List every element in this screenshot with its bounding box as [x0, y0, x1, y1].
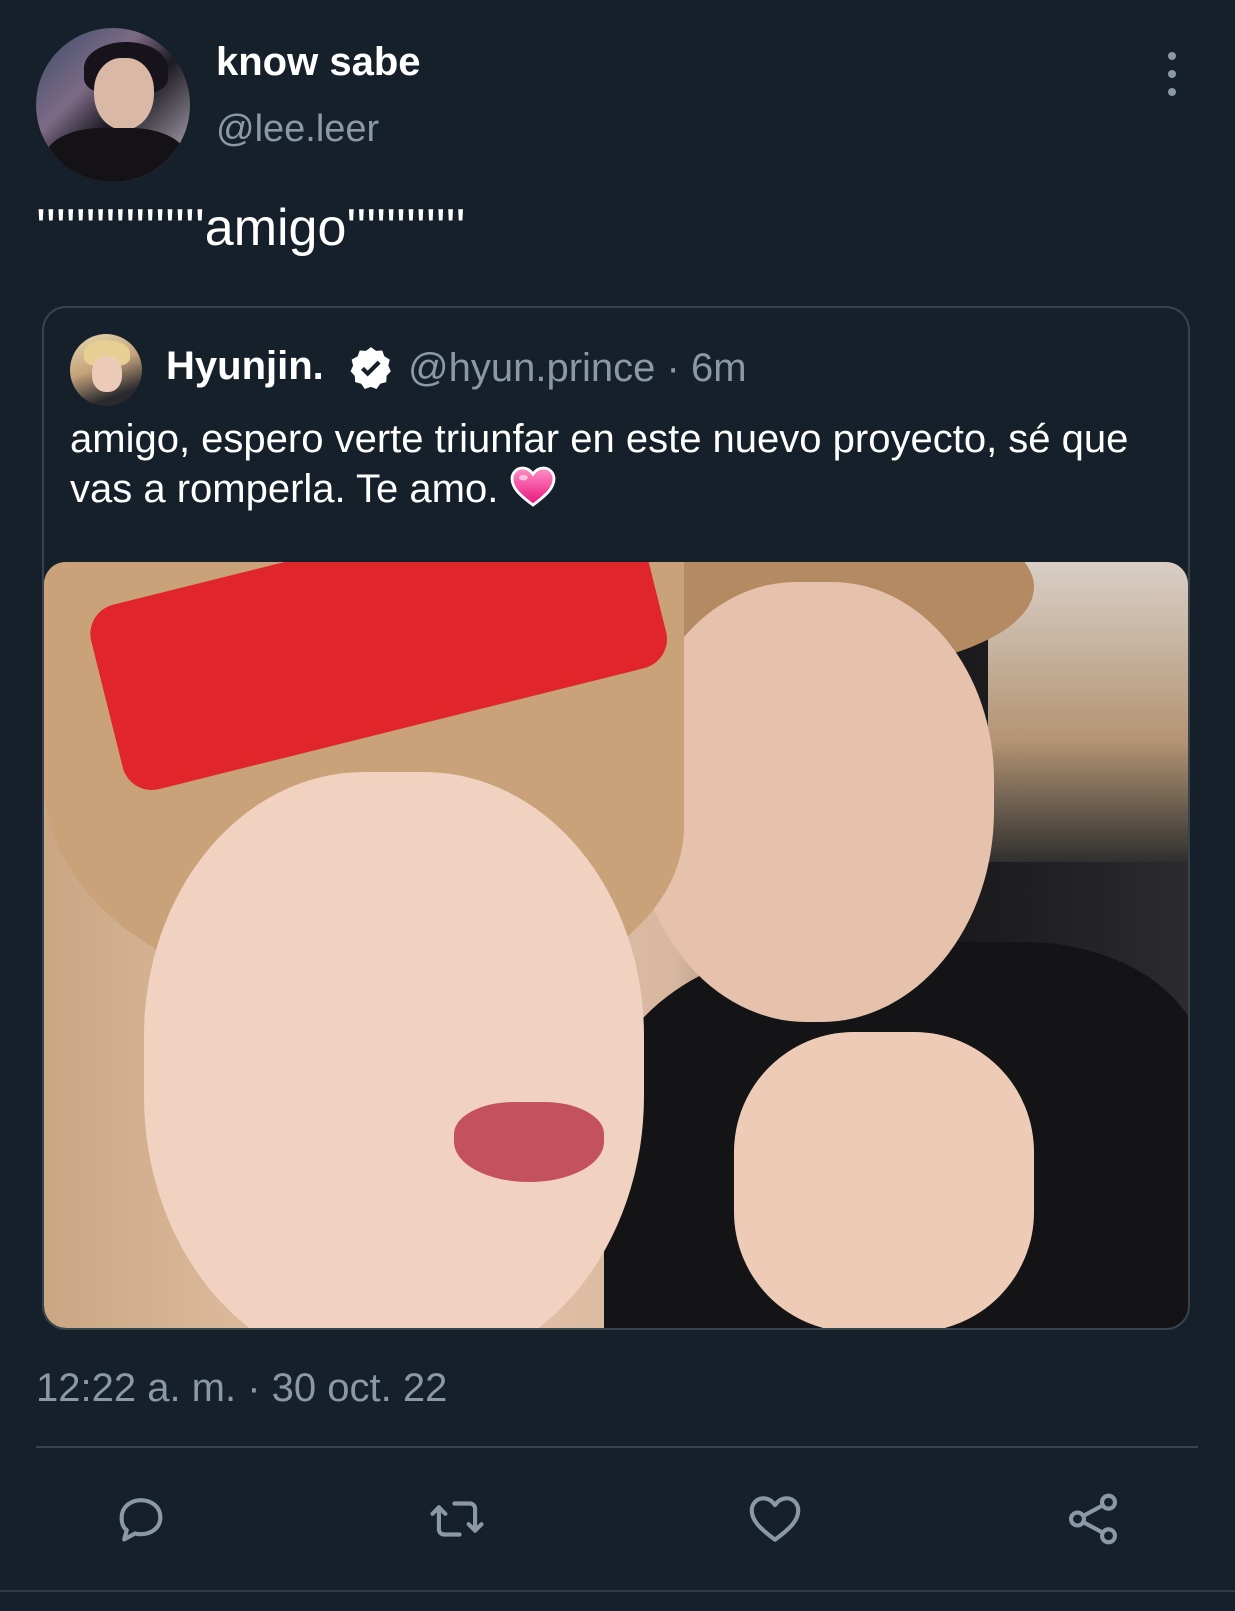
- like-button[interactable]: [744, 1488, 806, 1550]
- retweet-icon: [430, 1501, 484, 1537]
- avatar-face: [94, 58, 154, 130]
- dot: [1168, 70, 1176, 78]
- photo-face: [144, 772, 644, 1328]
- quoted-author-avatar[interactable]: [70, 334, 142, 406]
- retweet-button[interactable]: [426, 1488, 488, 1550]
- quoted-handle-time: @hyun.prince · 6m: [408, 346, 747, 390]
- verified-badge-icon: [350, 347, 391, 389]
- author-handle[interactable]: @lee.leer: [216, 108, 379, 151]
- divider: [0, 1590, 1235, 1592]
- photo-peace-sign-hand: [734, 1032, 1034, 1328]
- quoted-text-body: amigo, espero verte triunfar en este nue…: [70, 417, 1129, 511]
- heart-icon: [749, 1496, 801, 1542]
- more-options-icon[interactable]: [1160, 52, 1184, 96]
- photo-face: [634, 582, 994, 1022]
- avatar-face: [92, 356, 122, 392]
- reply-button[interactable]: [110, 1488, 172, 1550]
- quoted-tweet-card[interactable]: Hyunjin. @hyun.prince · 6m amigo, espero…: [42, 306, 1190, 1330]
- quoted-tweet-text: amigo, espero verte triunfar en este nue…: [70, 414, 1160, 514]
- tweet-text: '''''''''''''''''amigo'''''''''''': [36, 199, 466, 257]
- author-display-name[interactable]: know sabe: [216, 40, 421, 85]
- share-icon: [1068, 1493, 1118, 1545]
- heart-emoji-icon: [511, 466, 556, 507]
- dot: [1168, 88, 1176, 96]
- share-button[interactable]: [1062, 1488, 1124, 1550]
- quoted-author-name[interactable]: Hyunjin.: [166, 344, 324, 389]
- quoted-tweet-photo[interactable]: [44, 562, 1188, 1328]
- author-avatar[interactable]: [36, 28, 190, 182]
- photo-mouth: [454, 1102, 604, 1182]
- tweet-timestamp[interactable]: 12:22 a. m. · 30 oct. 22: [36, 1366, 447, 1411]
- avatar-body: [46, 128, 186, 182]
- tweet-detail: know sabe @lee.leer '''''''''''''''''ami…: [0, 0, 1235, 1611]
- dot: [1168, 52, 1176, 60]
- reply-icon: [119, 1498, 163, 1542]
- divider: [36, 1446, 1198, 1448]
